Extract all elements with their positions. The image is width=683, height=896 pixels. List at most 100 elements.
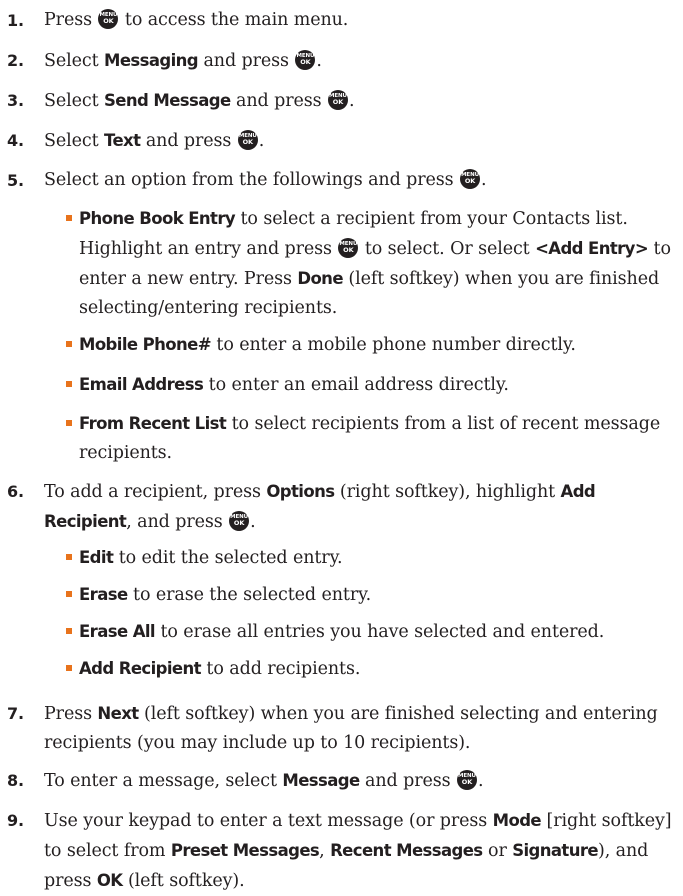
bullet-square-icon — [66, 628, 72, 634]
keyword: Signature — [512, 841, 598, 860]
text-segment: , — [319, 841, 331, 861]
keyword: Mode — [492, 811, 542, 830]
bullet-square-icon — [66, 420, 72, 426]
step-number: 8. — [7, 771, 25, 790]
step-number: 9. — [7, 811, 25, 830]
keyword: Email Address — [79, 375, 204, 394]
instruction-page: 1. Press MENU OK to access the main menu.… — [0, 0, 683, 891]
menu-ok-key-icon: MENU OK — [460, 169, 481, 189]
keyword: Next — [97, 704, 139, 723]
keyword: Add Recipient — [79, 659, 202, 678]
text-segment: To enter a message, select — [44, 771, 283, 791]
text-segment: and press — [198, 51, 295, 71]
key-label-bottom: OK — [300, 58, 311, 66]
text-segment: Use your keypad to enter a text message … — [44, 811, 493, 831]
option-text: Erase to erase the selected entry. — [79, 580, 675, 610]
keyword: From Recent List — [79, 414, 227, 433]
step-number: 2. — [7, 51, 25, 70]
key-label-bottom: OK — [242, 138, 253, 146]
keyword: Options — [266, 482, 335, 501]
text-segment: or — [482, 841, 513, 861]
bullet-square-icon — [66, 665, 72, 671]
keyword: OK — [96, 871, 123, 890]
key-label-bottom: OK — [461, 778, 473, 786]
keyword: Done — [297, 269, 343, 288]
text-segment: to erase all entries you have selected a… — [154, 622, 605, 642]
text-segment: to enter an email address directly. — [203, 375, 509, 395]
keyword: Recent Messages — [330, 841, 483, 860]
bullet-square-icon — [66, 341, 72, 347]
step-text: Select an option from the followings and… — [44, 166, 675, 195]
step-number: 5. — [7, 171, 25, 190]
keyword: Edit — [79, 548, 114, 567]
text-segment: Select — [44, 131, 104, 151]
text-segment: and press — [359, 771, 456, 791]
key-label-bottom: OK — [103, 17, 114, 25]
keyword: Preset Messages — [170, 841, 320, 860]
text-segment: . — [250, 512, 256, 532]
step-text: To enter a message, select Message and p… — [44, 766, 675, 796]
text-segment: , and press — [126, 512, 229, 532]
bullet-square-icon — [66, 381, 72, 387]
menu-ok-key-icon: MENU OK — [229, 511, 250, 531]
text-segment: To add a recipient, press — [44, 482, 267, 502]
option-text: Email Address to enter an email address … — [79, 370, 675, 400]
step-text: Press MENU OK to access the main menu. — [44, 6, 675, 35]
step-text: Select Send Message and press MENU OK. — [44, 86, 675, 116]
option-text: Mobile Phone# to enter a mobile phone nu… — [79, 330, 675, 360]
step-text: To add a recipient, press Options (right… — [44, 477, 675, 537]
keyword: Erase — [79, 585, 128, 604]
step-number: 4. — [7, 131, 25, 150]
text-segment: (right softkey), highlight — [334, 482, 561, 502]
text-segment: . — [477, 771, 484, 791]
text-segment: to access the main menu. — [119, 10, 349, 30]
text-segment: to select. Or select — [359, 239, 536, 259]
text-segment: . — [316, 51, 322, 71]
text-segment: Select — [44, 91, 104, 111]
text-segment: . — [481, 170, 487, 190]
key-label-bottom: OK — [464, 177, 476, 185]
menu-ok-key-icon: MENU OK — [327, 90, 348, 110]
text-segment: (left softkey). — [122, 871, 245, 891]
step-text: Select Messaging and press MENU OK. — [44, 46, 675, 76]
menu-ok-key-icon: MENU OK — [295, 50, 316, 70]
menu-ok-key-icon: MENU OK — [456, 770, 477, 790]
option-text: From Recent List to select recipients fr… — [79, 409, 675, 468]
text-segment: Select — [44, 51, 104, 71]
keyword: Messaging — [104, 51, 199, 70]
menu-ok-key-icon: MENU OK — [237, 130, 258, 150]
key-label-bottom: OK — [233, 519, 245, 527]
keyword: Mobile Phone# — [79, 335, 212, 354]
key-label-bottom: OK — [332, 98, 344, 106]
text-segment: to enter a mobile phone number directly. — [210, 335, 576, 355]
option-text: Add Recipient to add recipients. — [79, 654, 675, 684]
bullet-square-icon — [66, 215, 72, 221]
step-number: 6. — [7, 482, 25, 501]
text-segment: and press — [230, 91, 327, 111]
option-text: Phone Book Entry to select a recipient f… — [79, 204, 675, 323]
keyword: Text — [104, 131, 141, 150]
keyword: Phone Book Entry — [79, 209, 236, 228]
text-segment: and press — [140, 131, 237, 151]
step-number: 7. — [7, 704, 25, 723]
text-segment: to edit the selected entry. — [113, 548, 343, 568]
option-text: Erase All to erase all entries you have … — [79, 617, 675, 647]
bullet-square-icon — [66, 554, 72, 560]
menu-ok-key-icon: MENU OK — [338, 238, 359, 258]
keyword: Send Message — [104, 91, 231, 110]
text-segment: to add recipients. — [200, 659, 361, 679]
keyword: <Add Entry> — [535, 239, 649, 258]
key-label-bottom: OK — [343, 246, 354, 254]
text-segment: Press — [44, 10, 98, 30]
text-segment: . — [258, 131, 265, 151]
text-segment: Press — [44, 704, 98, 724]
bullet-square-icon — [66, 591, 72, 597]
text-segment: to erase the selected entry. — [127, 585, 372, 605]
step-text: Use your keypad to enter a text message … — [44, 806, 675, 896]
menu-ok-key-icon: MENU OK — [98, 9, 119, 29]
step-number: 3. — [7, 91, 25, 110]
step-text: Select Text and press MENU OK. — [44, 126, 675, 156]
step-text: Press Next (left softkey) when you are f… — [44, 699, 675, 758]
text-segment: Select an option from the followings and… — [44, 170, 460, 190]
text-segment: . — [348, 91, 355, 111]
